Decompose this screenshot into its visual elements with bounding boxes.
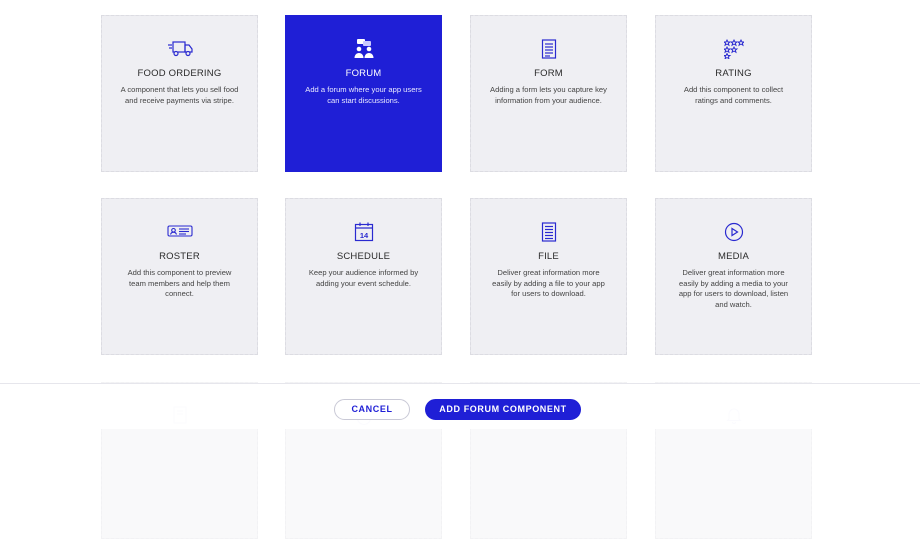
id-card-icon bbox=[101, 222, 258, 242]
card-description: Deliver great information more easily by… bbox=[492, 268, 605, 299]
component-card-file[interactable]: FILE Deliver great information more easi… bbox=[470, 198, 627, 355]
cancel-button[interactable]: CANCEL bbox=[334, 399, 410, 420]
card-title: FORUM bbox=[345, 68, 382, 79]
card-description: A component that lets you sell food and … bbox=[120, 85, 239, 105]
calendar-day-number: 14 bbox=[359, 231, 368, 240]
stars-icon bbox=[655, 39, 812, 59]
component-card-media[interactable]: MEDIA Deliver great information more eas… bbox=[655, 198, 812, 355]
component-card-roster[interactable]: ROSTER Add this component to preview tea… bbox=[101, 198, 258, 355]
card-title: FILE bbox=[538, 251, 559, 262]
card-description: Add a forum where your app users can sta… bbox=[305, 85, 422, 105]
component-card-rating[interactable]: RATING Add this component to collect rat… bbox=[655, 15, 812, 172]
card-description: Add this component to preview team membe… bbox=[127, 268, 232, 299]
component-card-forum[interactable]: FORUM Add a forum where your app users c… bbox=[285, 15, 442, 172]
card-description: Keep your audience informed by adding yo… bbox=[308, 268, 419, 288]
action-footer: CANCEL ADD FORUM COMPONENT bbox=[0, 383, 920, 429]
card-title: FOOD ORDERING bbox=[137, 68, 222, 79]
card-title: FORM bbox=[534, 68, 563, 79]
component-card-food-ordering[interactable]: FOOD ORDERING A component that lets you … bbox=[101, 15, 258, 172]
play-icon bbox=[655, 222, 812, 242]
card-title: MEDIA bbox=[717, 251, 750, 262]
card-description: Add this component to collect ratings an… bbox=[683, 85, 784, 105]
truck-icon bbox=[101, 39, 258, 59]
card-title: RATING bbox=[715, 68, 752, 79]
component-grid: FOOD ORDERING A component that lets you … bbox=[0, 0, 920, 539]
file-icon bbox=[470, 222, 627, 242]
add-component-button[interactable]: ADD FORUM COMPONENT bbox=[425, 399, 581, 420]
card-title: ROSTER bbox=[159, 251, 200, 262]
card-description: Deliver great information more easily by… bbox=[678, 268, 789, 309]
card-description: Adding a form lets you capture key infor… bbox=[490, 85, 607, 105]
component-card-schedule[interactable]: 14 SCHEDULE Keep your audience informed … bbox=[285, 198, 442, 355]
card-title: SCHEDULE bbox=[336, 251, 391, 262]
component-card-form[interactable]: FORM Adding a form lets you capture key … bbox=[470, 15, 627, 172]
calendar-icon: 14 bbox=[285, 222, 442, 242]
people-chat-icon bbox=[285, 39, 442, 59]
form-icon bbox=[470, 39, 627, 59]
